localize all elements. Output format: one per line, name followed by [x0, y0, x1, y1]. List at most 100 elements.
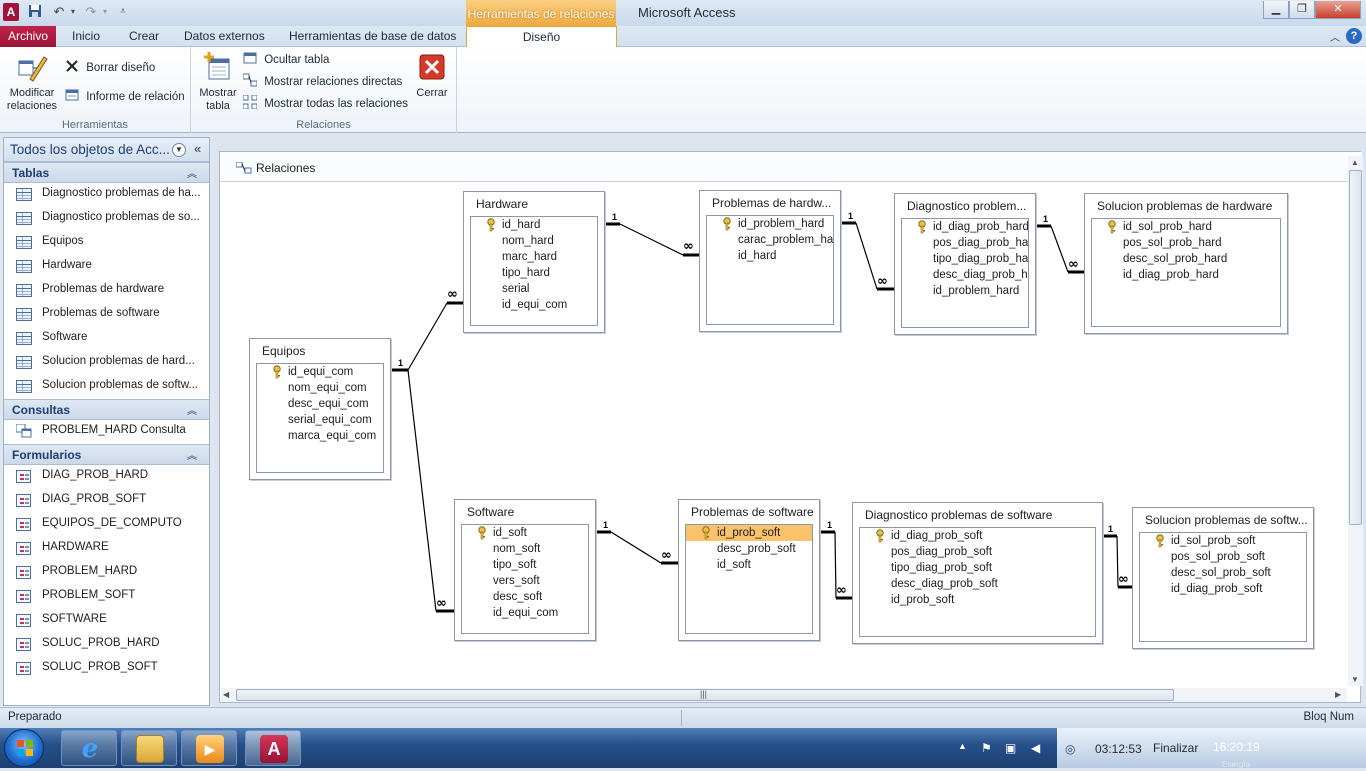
table-field[interactable]: desc_prob_soft — [686, 541, 812, 557]
nav-section-tablas[interactable]: Tablas ︽ — [4, 162, 209, 183]
nav-title[interactable]: Todos los objetos de Acc... — [10, 142, 170, 157]
taskbar-access[interactable]: A — [245, 730, 301, 766]
nav-item-query[interactable]: PROBLEM_HARD Consulta — [4, 420, 209, 444]
help-icon[interactable]: ? — [1346, 28, 1362, 44]
nav-section-consultas[interactable]: Consultas ︽ — [4, 399, 209, 420]
table-field[interactable]: nom_hard — [471, 233, 597, 249]
show-hidden-icons-icon[interactable]: ▲ — [958, 741, 967, 751]
nav-header[interactable]: Todos los objetos de Acc... ▼ « — [4, 138, 209, 162]
undo-dropdown-icon[interactable]: ▾ — [64, 4, 82, 20]
ocultar-tabla-button[interactable]: Ocultar tabla — [243, 50, 329, 70]
mostrar-tabla-button[interactable]: Mostrar tabla — [196, 51, 240, 113]
taskbar-explorer[interactable] — [121, 730, 177, 766]
tab-crear[interactable]: Crear — [123, 26, 165, 47]
scroll-right-arrow-icon[interactable]: ▶ — [1335, 690, 1341, 699]
table-prob-soft[interactable]: Problemas de software id_prob_soft desc_pr… — [678, 499, 820, 641]
scroll-down-arrow-icon[interactable]: ▼ — [1351, 675, 1359, 684]
table-prob-hard[interactable]: Problemas de hardw... id_problem_hard cara… — [699, 190, 841, 332]
table-field-list[interactable]: id_prob_soft desc_prob_soft id_soft — [685, 524, 813, 634]
table-field[interactable]: id_diag_prob_hard — [1092, 267, 1280, 283]
table-title[interactable]: Problemas de hardw... — [700, 191, 840, 213]
table-field-list[interactable]: id_sol_prob_hard pos_sol_prob_hard desc_so… — [1091, 218, 1281, 327]
nav-item-table[interactable]: Solucion problemas de softw... — [4, 375, 209, 399]
tab-diseno[interactable]: Diseño — [466, 26, 617, 47]
table-field[interactable]: pos_diag_prob_soft — [860, 544, 1095, 560]
table-field-list[interactable]: id_sol_prob_soft pos_sol_prob_soft desc_so… — [1139, 532, 1307, 642]
minimize-ribbon-icon[interactable]: ︿ — [1330, 29, 1340, 44]
restore-button[interactable]: ❐ — [1289, 1, 1315, 19]
nav-item-form[interactable]: PROBLEM_SOFT — [4, 585, 209, 609]
table-field[interactable]: desc_diag_prob_ha — [902, 267, 1028, 283]
network-icon[interactable]: ▣ — [1005, 741, 1016, 755]
table-field[interactable]: desc_equi_com — [257, 396, 383, 412]
collapse-pane-icon[interactable]: « — [194, 141, 201, 156]
finalizar-button[interactable]: Finalizar — [1153, 741, 1198, 755]
primary-key-field[interactable]: id_diag_prob_hard — [902, 219, 1028, 235]
mostrar-todas-relaciones-button[interactable]: Mostrar todas las relaciones — [242, 94, 408, 114]
table-field[interactable]: tipo_diag_prob_soft — [860, 560, 1095, 576]
table-field[interactable]: tipo_soft — [462, 557, 588, 573]
vertical-scroll-thumb[interactable] — [1349, 170, 1362, 525]
chevron-down-icon[interactable]: ▼ — [172, 143, 186, 157]
primary-key-field[interactable]: id_sol_prob_hard — [1092, 219, 1280, 235]
primary-key-field[interactable]: id_hard — [471, 217, 597, 233]
table-sol-soft[interactable]: Solucion problemas de softw... id_sol_pro… — [1132, 507, 1314, 649]
taskbar-internet-explorer[interactable]: e — [61, 730, 117, 766]
nav-item-form[interactable]: DIAG_PROB_SOFT — [4, 489, 209, 513]
table-field[interactable]: tipo_hard — [471, 265, 597, 281]
tab-inicio[interactable]: Inicio — [66, 26, 106, 47]
mostrar-relaciones-directas-button[interactable]: Mostrar relaciones directas — [242, 72, 402, 92]
primary-key-field[interactable]: id_sol_prob_soft — [1140, 533, 1306, 549]
table-field[interactable]: vers_soft — [462, 573, 588, 589]
primary-key-field[interactable]: id_diag_prob_soft — [860, 528, 1095, 544]
table-field-list[interactable]: id_diag_prob_hard pos_diag_prob_har tipo_d… — [901, 218, 1029, 328]
scroll-left-arrow-icon[interactable]: ◀ — [223, 690, 229, 699]
table-field[interactable]: pos_diag_prob_har — [902, 235, 1028, 251]
access-app-icon[interactable]: A — [3, 3, 19, 21]
table-title[interactable]: Solucion problemas de softw... — [1133, 508, 1313, 530]
nav-item-form[interactable]: SOFTWARE — [4, 609, 209, 633]
taskbar-clock[interactable]: 16:20:19 — [1213, 740, 1260, 754]
save-icon[interactable] — [26, 4, 44, 20]
table-field[interactable]: id_equi_com — [462, 605, 588, 621]
table-title[interactable]: Diagnostico problem... — [895, 194, 1035, 216]
table-hardware[interactable]: Hardware id_hard nom_hard marc_hard tipo_har… — [463, 191, 605, 333]
table-field[interactable]: carac_problem_har — [707, 232, 833, 248]
table-field[interactable]: serial_equi_com — [257, 412, 383, 428]
table-title[interactable]: Software — [455, 500, 595, 522]
action-center-flag-icon[interactable]: ⚑ — [981, 741, 992, 755]
nav-item-form[interactable]: EQUIPOS_DE_COMPUTO — [4, 513, 209, 537]
horizontal-scroll-thumb[interactable]: ||| — [236, 689, 1174, 701]
customize-qat-icon[interactable]: ⩡ — [114, 4, 132, 20]
table-field[interactable]: desc_diag_prob_soft — [860, 576, 1095, 592]
nav-item-form[interactable]: HARDWARE — [4, 537, 209, 561]
tab-herramientas-bd[interactable]: Herramientas de base de datos — [283, 26, 462, 47]
nav-section-formularios[interactable]: Formularios ︽ — [4, 444, 209, 465]
informe-relacion-button[interactable]: Informe de relación — [65, 87, 185, 107]
primary-key-field[interactable]: id_prob_soft — [686, 525, 812, 541]
table-field-list[interactable]: id_problem_hard carac_problem_har id_hard — [706, 215, 834, 325]
table-title[interactable]: Solucion problemas de hardware — [1085, 194, 1287, 216]
primary-key-field[interactable]: id_problem_hard — [707, 216, 833, 232]
table-title[interactable]: Equipos — [250, 339, 390, 361]
table-field[interactable]: pos_sol_prob_soft — [1140, 549, 1306, 565]
nav-item-table[interactable]: Hardware — [4, 255, 209, 279]
table-field[interactable]: id_soft — [686, 557, 812, 573]
scroll-up-arrow-icon[interactable]: ▲ — [1351, 158, 1359, 167]
table-field[interactable]: id_problem_hard — [902, 283, 1028, 299]
table-equipos[interactable]: Equipos id_equi_com nom_equi_com desc_equi_… — [249, 338, 391, 480]
borrar-diseno-button[interactable]: Borrar diseño — [65, 58, 155, 78]
nav-item-form[interactable]: SOLUC_PROB_HARD — [4, 633, 209, 657]
table-field[interactable]: serial — [471, 281, 597, 297]
table-diag-hard[interactable]: Diagnostico problem... id_diag_prob_hard p… — [894, 193, 1036, 335]
table-field-list[interactable]: id_equi_com nom_equi_com desc_equi_com seri… — [256, 363, 384, 473]
nav-item-table[interactable]: Problemas de hardware — [4, 279, 209, 303]
table-field[interactable]: id_hard — [707, 248, 833, 264]
nav-item-table[interactable]: Problemas de software — [4, 303, 209, 327]
table-title[interactable]: Problemas de software — [679, 500, 819, 522]
cerrar-button[interactable]: Cerrar — [413, 51, 451, 100]
tab-archivo[interactable]: Archivo — [0, 26, 56, 47]
table-field[interactable]: id_prob_soft — [860, 592, 1095, 608]
volume-icon[interactable]: ◀ — [1031, 741, 1040, 755]
start-button[interactable] — [4, 729, 44, 767]
